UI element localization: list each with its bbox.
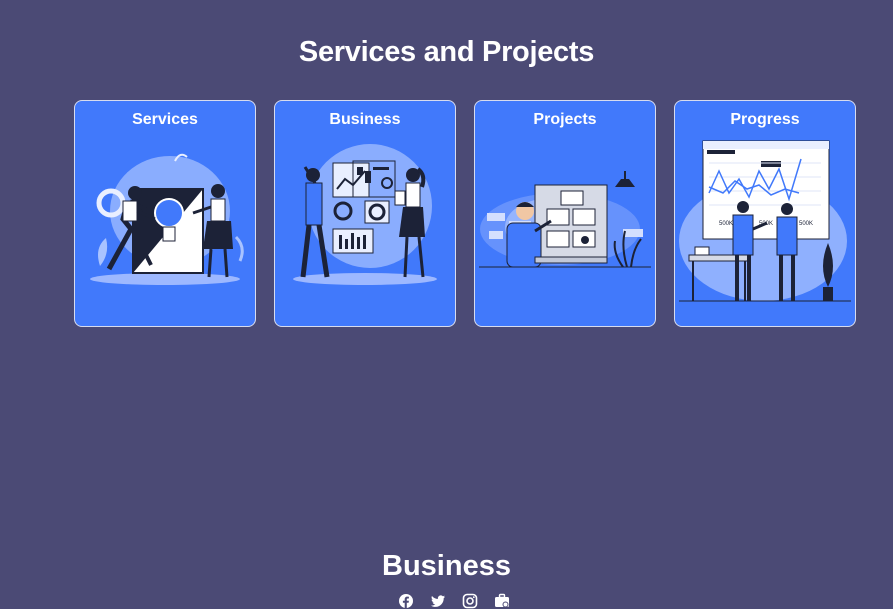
lightbulb-teamwork-illustration	[90, 153, 244, 285]
card-progress[interactable]: 500K 500K 500K Progress	[674, 100, 856, 327]
card-services[interactable]: Services	[74, 100, 256, 327]
card-title: Business	[329, 111, 401, 128]
card-title: Services	[132, 111, 198, 128]
card-projects[interactable]: Projects	[474, 100, 656, 327]
page-title: Services and Projects	[298, 36, 595, 68]
project-board-illustration	[479, 171, 651, 268]
business-charts-illustration	[293, 144, 437, 285]
briefcase-icon[interactable]	[494, 593, 510, 609]
card-title: Projects	[533, 111, 597, 128]
svg-text:500K: 500K	[719, 221, 733, 227]
footer-brand: Business	[382, 550, 511, 582]
instagram-icon[interactable]	[462, 593, 478, 609]
progress-dashboard-illustration: 500K 500K 500K	[679, 140, 851, 302]
svg-text:500K: 500K	[799, 221, 813, 227]
card-title: Progress	[730, 111, 800, 128]
card-business[interactable]: Business	[274, 100, 456, 327]
twitter-icon[interactable]	[430, 593, 446, 609]
facebook-icon[interactable]	[398, 593, 414, 609]
